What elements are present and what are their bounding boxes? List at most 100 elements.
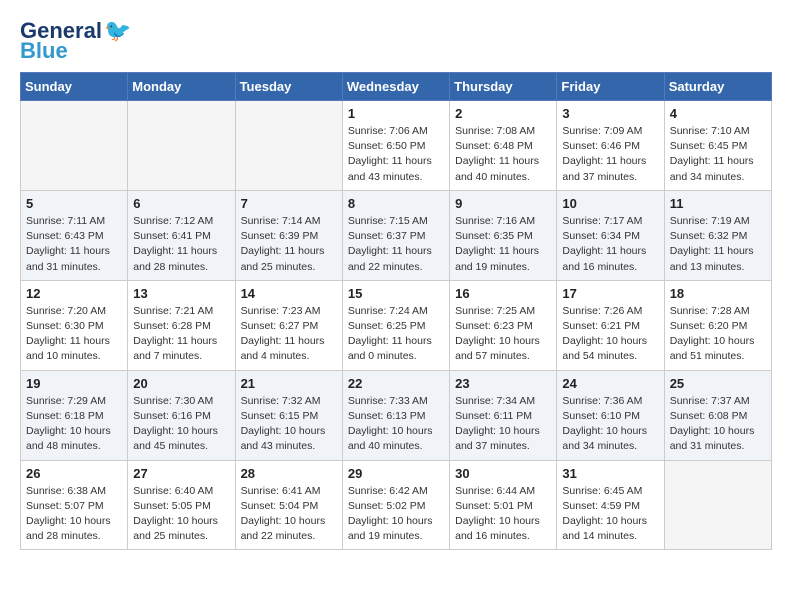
day-info: Sunrise: 7:09 AM Sunset: 6:46 PM Dayligh…	[562, 124, 658, 185]
calendar-day-11: 11 Sunrise: 7:19 AM Sunset: 6:32 PM Dayli…	[664, 190, 771, 280]
calendar-day-30: 30 Sunrise: 6:44 AM Sunset: 5:01 PM Dayli…	[450, 460, 557, 550]
calendar-week-3: 12 Sunrise: 7:20 AM Sunset: 6:30 PM Dayli…	[21, 280, 772, 370]
calendar-day-18: 18 Sunrise: 7:28 AM Sunset: 6:20 PM Dayli…	[664, 280, 771, 370]
day-header-wednesday: Wednesday	[342, 73, 449, 101]
day-info: Sunrise: 6:40 AM Sunset: 5:05 PM Dayligh…	[133, 484, 229, 545]
logo: General 🐦 Blue	[20, 20, 131, 62]
day-number: 12	[26, 286, 122, 301]
day-number: 30	[455, 466, 551, 481]
day-info: Sunrise: 7:14 AM Sunset: 6:39 PM Dayligh…	[241, 214, 337, 275]
day-info: Sunrise: 7:08 AM Sunset: 6:48 PM Dayligh…	[455, 124, 551, 185]
calendar-day-22: 22Sunrise: 7:33 AM Sunset: 6:13 PM Dayli…	[342, 370, 449, 460]
day-header-thursday: Thursday	[450, 73, 557, 101]
day-header-monday: Monday	[128, 73, 235, 101]
logo-blue-text: Blue	[20, 40, 68, 62]
calendar-day-3: 3 Sunrise: 7:09 AM Sunset: 6:46 PM Daylig…	[557, 101, 664, 191]
day-info: Sunrise: 7:34 AM Sunset: 6:11 PM Dayligh…	[455, 394, 551, 455]
day-number: 15	[348, 286, 444, 301]
calendar-day-4: 4 Sunrise: 7:10 AM Sunset: 6:45 PM Daylig…	[664, 101, 771, 191]
day-number: 16	[455, 286, 551, 301]
day-info: Sunrise: 7:20 AM Sunset: 6:30 PM Dayligh…	[26, 304, 122, 365]
day-header-friday: Friday	[557, 73, 664, 101]
calendar-day-13: 13 Sunrise: 7:21 AM Sunset: 6:28 PM Dayli…	[128, 280, 235, 370]
day-number: 20	[133, 376, 229, 391]
calendar-day-20: 20 Sunrise: 7:30 AM Sunset: 6:16 PM Dayli…	[128, 370, 235, 460]
calendar-day-24: 24 Sunrise: 7:36 AM Sunset: 6:10 PM Dayli…	[557, 370, 664, 460]
page-header: General 🐦 Blue	[20, 20, 772, 62]
calendar-day-9: 9Sunrise: 7:16 AM Sunset: 6:35 PM Daylig…	[450, 190, 557, 280]
day-header-tuesday: Tuesday	[235, 73, 342, 101]
day-info: Sunrise: 7:21 AM Sunset: 6:28 PM Dayligh…	[133, 304, 229, 365]
calendar-day-7: 7 Sunrise: 7:14 AM Sunset: 6:39 PM Daylig…	[235, 190, 342, 280]
day-info: Sunrise: 7:36 AM Sunset: 6:10 PM Dayligh…	[562, 394, 658, 455]
calendar-day-5: 5Sunrise: 7:11 AM Sunset: 6:43 PM Daylig…	[21, 190, 128, 280]
day-info: Sunrise: 7:29 AM Sunset: 6:18 PM Dayligh…	[26, 394, 122, 455]
day-info: Sunrise: 7:32 AM Sunset: 6:15 PM Dayligh…	[241, 394, 337, 455]
day-info: Sunrise: 6:42 AM Sunset: 5:02 PM Dayligh…	[348, 484, 444, 545]
calendar-week-2: 5Sunrise: 7:11 AM Sunset: 6:43 PM Daylig…	[21, 190, 772, 280]
day-number: 13	[133, 286, 229, 301]
calendar-empty-cell	[21, 101, 128, 191]
day-info: Sunrise: 7:30 AM Sunset: 6:16 PM Dayligh…	[133, 394, 229, 455]
day-info: Sunrise: 6:45 AM Sunset: 4:59 PM Dayligh…	[562, 484, 658, 545]
calendar-table: SundayMondayTuesdayWednesdayThursdayFrid…	[20, 72, 772, 550]
calendar-day-27: 27 Sunrise: 6:40 AM Sunset: 5:05 PM Dayli…	[128, 460, 235, 550]
day-number: 25	[670, 376, 766, 391]
day-number: 17	[562, 286, 658, 301]
day-number: 10	[562, 196, 658, 211]
day-info: Sunrise: 7:12 AM Sunset: 6:41 PM Dayligh…	[133, 214, 229, 275]
day-info: Sunrise: 7:16 AM Sunset: 6:35 PM Dayligh…	[455, 214, 551, 275]
calendar-header-row: SundayMondayTuesdayWednesdayThursdayFrid…	[21, 73, 772, 101]
calendar-day-26: 26 Sunrise: 6:38 AM Sunset: 5:07 PM Dayli…	[21, 460, 128, 550]
day-info: Sunrise: 6:38 AM Sunset: 5:07 PM Dayligh…	[26, 484, 122, 545]
calendar-empty-cell	[664, 460, 771, 550]
day-info: Sunrise: 7:26 AM Sunset: 6:21 PM Dayligh…	[562, 304, 658, 365]
calendar-day-31: 31 Sunrise: 6:45 AM Sunset: 4:59 PM Dayli…	[557, 460, 664, 550]
day-number: 11	[670, 196, 766, 211]
day-info: Sunrise: 6:44 AM Sunset: 5:01 PM Dayligh…	[455, 484, 551, 545]
calendar-empty-cell	[128, 101, 235, 191]
calendar-day-12: 12 Sunrise: 7:20 AM Sunset: 6:30 PM Dayli…	[21, 280, 128, 370]
calendar-day-10: 10Sunrise: 7:17 AM Sunset: 6:34 PM Dayli…	[557, 190, 664, 280]
day-number: 24	[562, 376, 658, 391]
day-number: 28	[241, 466, 337, 481]
day-number: 31	[562, 466, 658, 481]
day-info: Sunrise: 7:28 AM Sunset: 6:20 PM Dayligh…	[670, 304, 766, 365]
calendar-day-19: 19Sunrise: 7:29 AM Sunset: 6:18 PM Dayli…	[21, 370, 128, 460]
calendar-week-1: 1Sunrise: 7:06 AM Sunset: 6:50 PM Daylig…	[21, 101, 772, 191]
calendar-day-28: 28 Sunrise: 6:41 AM Sunset: 5:04 PM Dayli…	[235, 460, 342, 550]
day-number: 2	[455, 106, 551, 121]
day-number: 18	[670, 286, 766, 301]
day-info: Sunrise: 7:19 AM Sunset: 6:32 PM Dayligh…	[670, 214, 766, 275]
day-number: 27	[133, 466, 229, 481]
logo-bird-icon: 🐦	[104, 20, 131, 42]
calendar-day-16: 16Sunrise: 7:25 AM Sunset: 6:23 PM Dayli…	[450, 280, 557, 370]
calendar-day-21: 21 Sunrise: 7:32 AM Sunset: 6:15 PM Dayli…	[235, 370, 342, 460]
calendar-day-15: 15 Sunrise: 7:24 AM Sunset: 6:25 PM Dayli…	[342, 280, 449, 370]
calendar-day-14: 14 Sunrise: 7:23 AM Sunset: 6:27 PM Dayli…	[235, 280, 342, 370]
day-header-sunday: Sunday	[21, 73, 128, 101]
day-number: 14	[241, 286, 337, 301]
day-number: 6	[133, 196, 229, 211]
calendar-day-6: 6 Sunrise: 7:12 AM Sunset: 6:41 PM Daylig…	[128, 190, 235, 280]
day-info: Sunrise: 7:24 AM Sunset: 6:25 PM Dayligh…	[348, 304, 444, 365]
day-number: 3	[562, 106, 658, 121]
day-number: 1	[348, 106, 444, 121]
calendar-day-1: 1Sunrise: 7:06 AM Sunset: 6:50 PM Daylig…	[342, 101, 449, 191]
day-number: 5	[26, 196, 122, 211]
day-info: Sunrise: 7:10 AM Sunset: 6:45 PM Dayligh…	[670, 124, 766, 185]
calendar-day-25: 25Sunrise: 7:37 AM Sunset: 6:08 PM Dayli…	[664, 370, 771, 460]
calendar-day-29: 29Sunrise: 6:42 AM Sunset: 5:02 PM Dayli…	[342, 460, 449, 550]
day-info: Sunrise: 6:41 AM Sunset: 5:04 PM Dayligh…	[241, 484, 337, 545]
day-number: 26	[26, 466, 122, 481]
day-info: Sunrise: 7:15 AM Sunset: 6:37 PM Dayligh…	[348, 214, 444, 275]
day-number: 23	[455, 376, 551, 391]
day-info: Sunrise: 7:23 AM Sunset: 6:27 PM Dayligh…	[241, 304, 337, 365]
calendar-week-5: 26 Sunrise: 6:38 AM Sunset: 5:07 PM Dayli…	[21, 460, 772, 550]
day-header-saturday: Saturday	[664, 73, 771, 101]
day-number: 4	[670, 106, 766, 121]
calendar-week-4: 19Sunrise: 7:29 AM Sunset: 6:18 PM Dayli…	[21, 370, 772, 460]
day-number: 7	[241, 196, 337, 211]
calendar-day-17: 17 Sunrise: 7:26 AM Sunset: 6:21 PM Dayli…	[557, 280, 664, 370]
day-number: 21	[241, 376, 337, 391]
